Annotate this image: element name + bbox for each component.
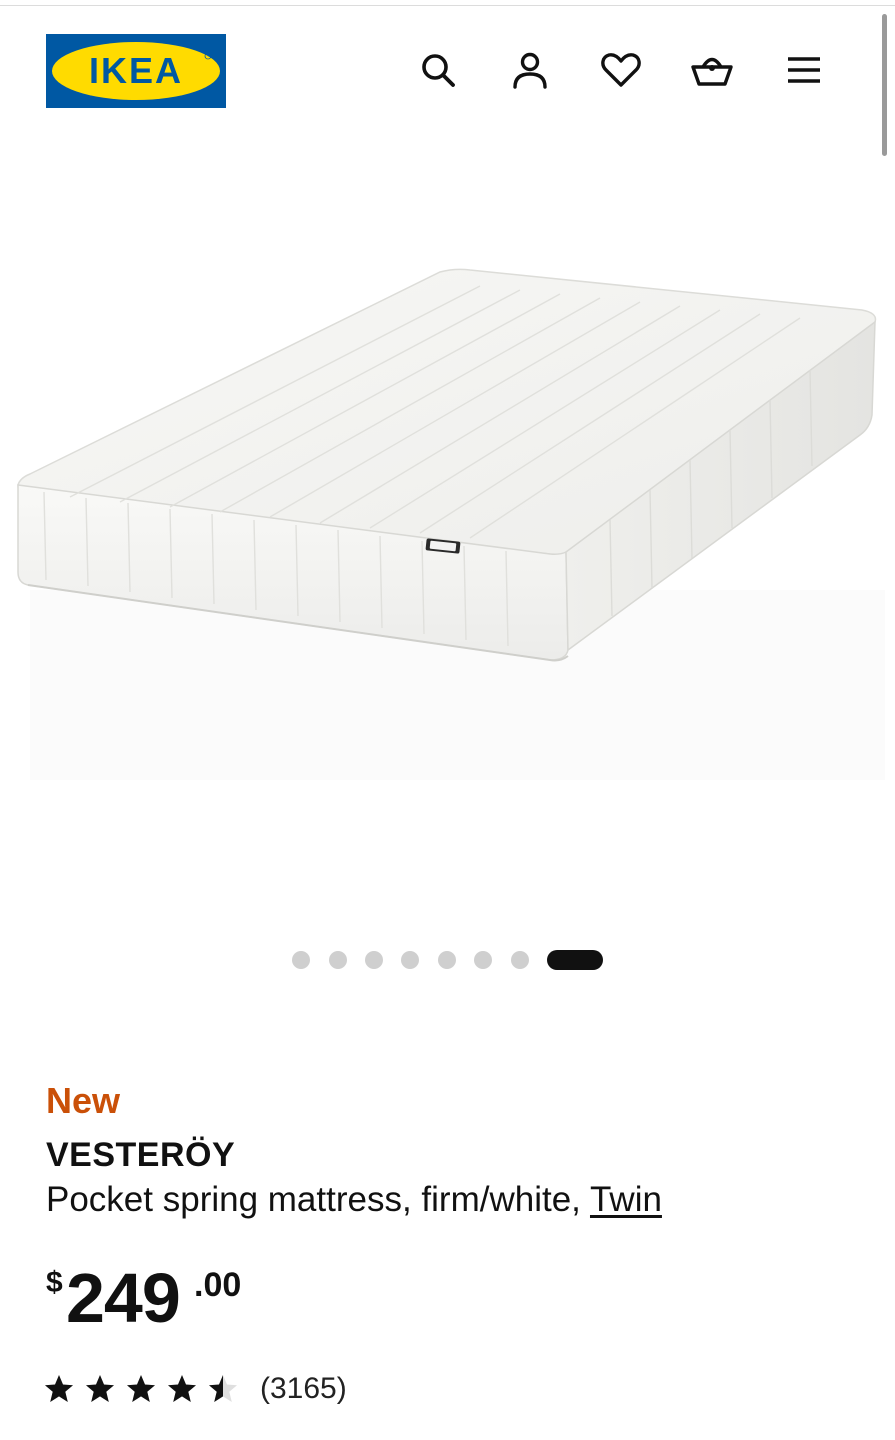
star-full-icon (45, 1375, 73, 1402)
star-full-icon (127, 1375, 155, 1402)
ikea-logo[interactable]: IKEA (46, 34, 226, 108)
carousel-dot-active[interactable] (547, 950, 603, 970)
basket-icon (691, 57, 733, 86)
size-link[interactable]: Twin (590, 1180, 662, 1219)
star-full-icon (86, 1375, 114, 1402)
search-icon (422, 54, 455, 87)
price-integer: 249 (66, 1259, 181, 1337)
page-scrollbar[interactable] (882, 14, 887, 156)
favourites-button[interactable] (597, 46, 645, 94)
carousel-dot[interactable] (401, 951, 419, 969)
heart-icon (601, 53, 641, 87)
rating-stars (44, 1374, 244, 1406)
star-partial-icon (209, 1375, 237, 1402)
product-description-text: Pocket spring mattress, firm/white, (46, 1180, 590, 1219)
account-button[interactable] (506, 46, 554, 94)
carousel-dot[interactable] (474, 951, 492, 969)
menu-button[interactable] (780, 46, 828, 94)
price-decimal: .00 (194, 1266, 242, 1304)
carousel-dot[interactable] (438, 951, 456, 969)
carousel-dot[interactable] (329, 951, 347, 969)
menu-icon (788, 57, 820, 83)
review-count[interactable]: (3165) (260, 1372, 347, 1406)
price-currency: $ (46, 1266, 63, 1299)
product-image[interactable] (0, 160, 895, 920)
top-divider (0, 5, 895, 6)
carousel-dot[interactable] (511, 951, 529, 969)
account-icon (513, 52, 547, 89)
carousel-dot[interactable] (292, 951, 310, 969)
carousel-dot[interactable] (365, 951, 383, 969)
star-full-icon (168, 1375, 196, 1402)
new-badge: New (46, 1080, 121, 1121)
product-description: Pocket spring mattress, firm/white, Twin (46, 1180, 662, 1220)
product-name: VESTERÖY (46, 1136, 236, 1174)
basket-button[interactable] (688, 46, 736, 94)
image-carousel-dots[interactable] (0, 948, 895, 972)
search-button[interactable] (414, 46, 462, 94)
logo-text: IKEA (89, 50, 183, 91)
